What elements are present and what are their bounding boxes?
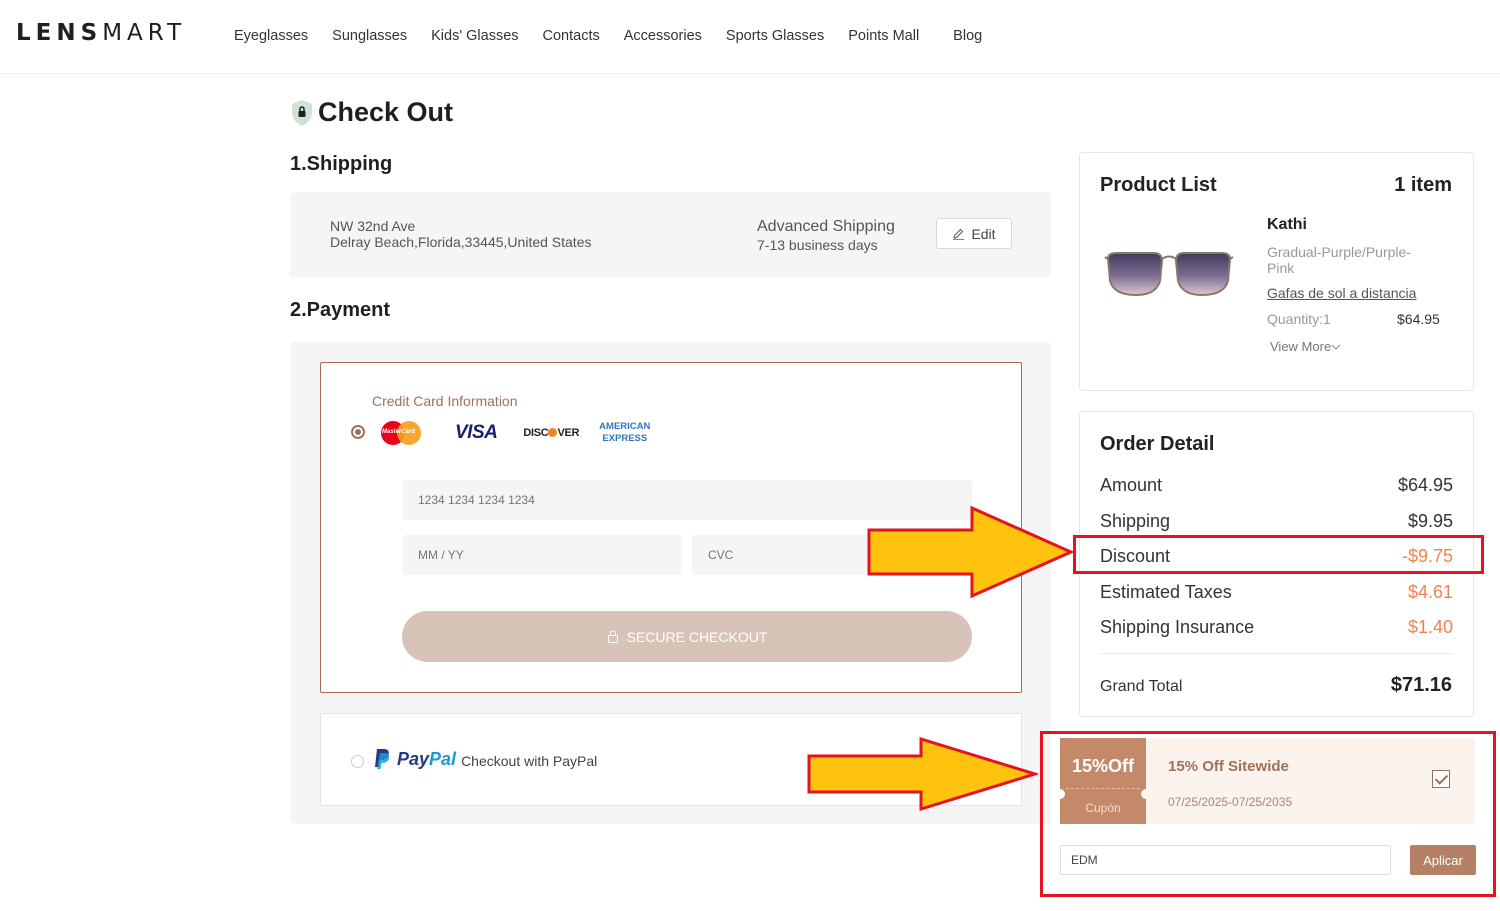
payment-heading: 2.Payment <box>290 299 391 321</box>
taxes-label: Estimated Taxes <box>1100 582 1232 602</box>
grand-total-label: Grand Total <box>1100 678 1183 695</box>
product-quantity: Quantity:1 <box>1267 311 1331 327</box>
main-menu: Eyeglasses Sunglasses Kids' Glasses Cont… <box>234 28 1006 44</box>
divider <box>1100 653 1453 654</box>
nav-contacts[interactable]: Contacts <box>543 28 600 44</box>
product-name[interactable]: Kathi <box>1267 216 1307 234</box>
sunglasses-image <box>1104 252 1234 297</box>
shipping-heading: 1.Shipping <box>290 153 393 175</box>
product-category-link[interactable]: Gafas de sol a distancia <box>1267 285 1416 301</box>
view-more-button[interactable]: View More <box>1270 339 1341 354</box>
order-detail-title: Order Detail <box>1100 433 1215 455</box>
amount-label: Amount <box>1100 475 1163 495</box>
nav-kids-glasses[interactable]: Kids' Glasses <box>431 28 518 44</box>
visa-icon: VISA <box>455 422 498 443</box>
nav-points-mall[interactable]: Points Mall <box>848 28 919 44</box>
lock-icon <box>607 630 618 643</box>
checkout-header: Check Out <box>290 97 453 128</box>
nav-sunglasses[interactable]: Sunglasses <box>332 28 407 44</box>
address-line2: Delray Beach,Florida,33445,United States <box>330 234 592 250</box>
amex-icon: AMERICAN EXPRESS <box>599 421 651 444</box>
taxes-row: Estimated Taxes $4.61 <box>1100 582 1453 603</box>
paypal-option[interactable]: PayPal Checkout with PayPal <box>373 748 597 770</box>
edit-label: Edit <box>971 225 996 242</box>
product-price: $64.95 <box>1397 311 1440 327</box>
shipping-method: Advanced Shipping <box>757 218 895 235</box>
credit-card-radio[interactable] <box>351 425 365 439</box>
nav-accessories[interactable]: Accessories <box>624 28 702 44</box>
card-logos: MasterCard VISA DISC VER AMERICAN EXPRESS <box>381 418 650 448</box>
view-more-label: View More <box>1270 339 1332 354</box>
discover-icon: DISC VER <box>523 427 580 439</box>
amount-value: $64.95 <box>1397 475 1453 495</box>
product-list-card: Product List 1 item Kathi Gradual-Purple… <box>1079 152 1474 391</box>
expiry-input[interactable] <box>402 535 682 575</box>
product-list-title: Product List <box>1100 174 1217 196</box>
shipping-row: Shipping $9.95 <box>1100 511 1453 532</box>
top-nav: LENSMART Eyeglasses Sunglasses Kids' Gla… <box>0 0 1500 74</box>
secure-checkout-label: SECURE CHECKOUT <box>626 628 768 645</box>
nav-blog[interactable]: Blog <box>953 28 982 44</box>
insurance-label: Shipping Insurance <box>1100 617 1255 637</box>
insurance-row: Shipping Insurance $1.40 <box>1100 617 1453 638</box>
paypal-icon <box>375 749 390 769</box>
credit-card-label: Credit Card Information <box>372 393 518 409</box>
paypal-label: Checkout with PayPal <box>461 752 598 769</box>
chevron-down-icon <box>1331 344 1341 350</box>
page-title: Check Out <box>318 97 454 127</box>
secure-checkout-button[interactable]: SECURE CHECKOUT <box>402 611 972 662</box>
arrow-right-icon <box>867 505 1074 599</box>
paypal-logo: PayPal <box>397 748 457 769</box>
mastercard-icon: MasterCard <box>381 421 423 445</box>
item-count: 1 item <box>1394 174 1452 196</box>
shipping-days: 7-13 business days <box>757 237 878 253</box>
amount-row: Amount $64.95 <box>1100 475 1453 496</box>
secure-lock-icon <box>292 99 312 126</box>
edit-shipping-button[interactable]: Edit <box>936 218 1012 249</box>
nav-sports-glasses[interactable]: Sports Glasses <box>726 28 824 44</box>
arrow-right-icon <box>807 736 1038 812</box>
insurance-value: $1.40 <box>1407 617 1453 637</box>
taxes-value: $4.61 <box>1407 582 1453 602</box>
shipping-value: $9.95 <box>1407 511 1453 531</box>
coupon-highlight-box <box>1040 731 1496 897</box>
grand-total-value: $71.16 <box>1390 674 1452 696</box>
paypal-radio[interactable] <box>351 755 364 768</box>
discount-highlight-box <box>1073 535 1484 574</box>
shipping-label: Shipping <box>1100 511 1171 531</box>
address-line1: NW 32nd Ave <box>330 218 416 234</box>
shipping-summary: NW 32nd Ave Delray Beach,Florida,33445,U… <box>290 192 1051 278</box>
nav-eyeglasses[interactable]: Eyeglasses <box>234 28 308 44</box>
lensmart-logo[interactable]: LENSMART <box>16 20 186 46</box>
pencil-icon <box>953 228 965 240</box>
product-color: Gradual-Purple/Purple-Pink <box>1267 244 1411 276</box>
